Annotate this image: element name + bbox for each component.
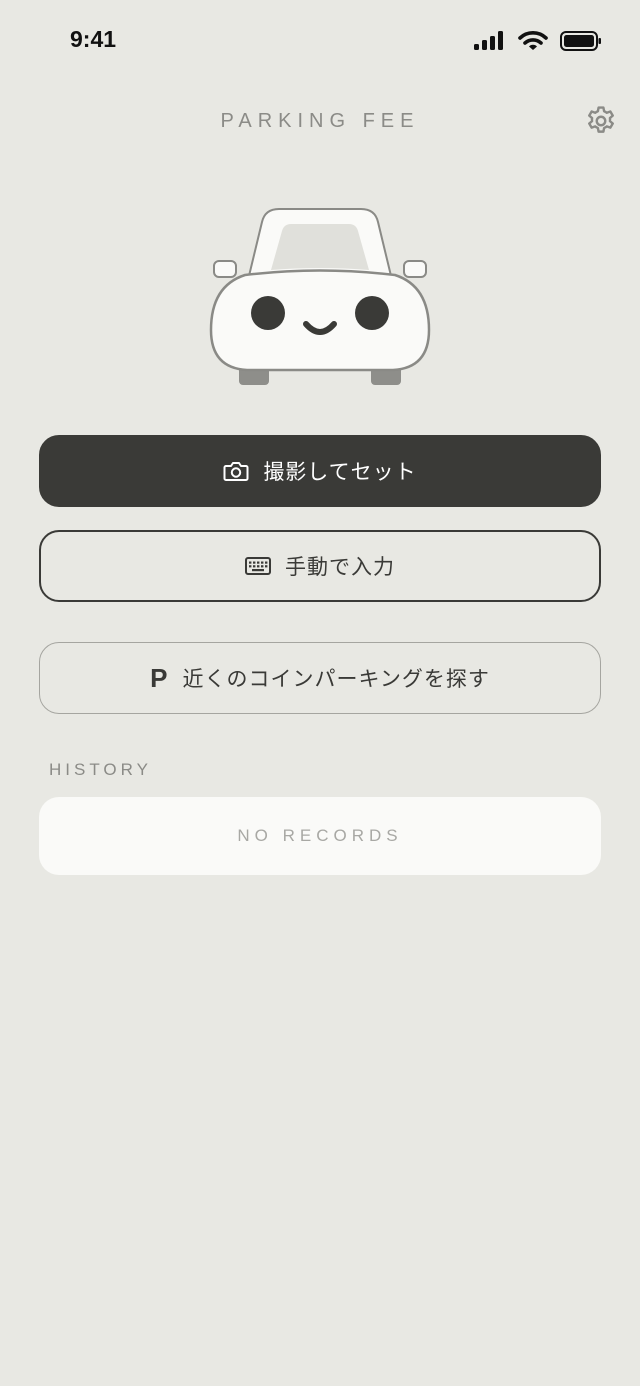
status-icons <box>474 30 602 52</box>
find-parking-button[interactable]: P 近くのコインパーキングを探す <box>39 642 601 714</box>
camera-button-label: 撮影してセット <box>263 460 417 484</box>
wifi-icon <box>518 30 548 52</box>
camera-set-button[interactable]: 撮影してセット <box>39 435 601 507</box>
history-empty-text: NO RECORDS <box>237 826 403 845</box>
history-heading: HISTORY <box>49 760 152 779</box>
manual-button-label: 手動で入力 <box>285 555 395 579</box>
page-title: PARKING FEE <box>220 110 420 132</box>
settings-button[interactable] <box>582 104 620 142</box>
app-screen: 9:41 PARKING FEE 撮影してセット 手動で入力 P 近くのコインパ… <box>0 0 640 1386</box>
signal-icon <box>474 31 506 51</box>
history-list: NO RECORDS <box>39 797 601 875</box>
parking-p-icon: P <box>150 663 169 693</box>
battery-icon <box>560 31 602 51</box>
manual-input-button[interactable]: 手動で入力 <box>39 530 601 602</box>
gear-icon <box>584 104 618 142</box>
keyboard-icon <box>245 556 271 576</box>
camera-icon <box>223 460 249 482</box>
smiling-car-icon <box>205 200 435 394</box>
parking-button-label: 近くのコインパーキングを探す <box>182 667 490 691</box>
status-time: 9:41 <box>70 26 117 52</box>
